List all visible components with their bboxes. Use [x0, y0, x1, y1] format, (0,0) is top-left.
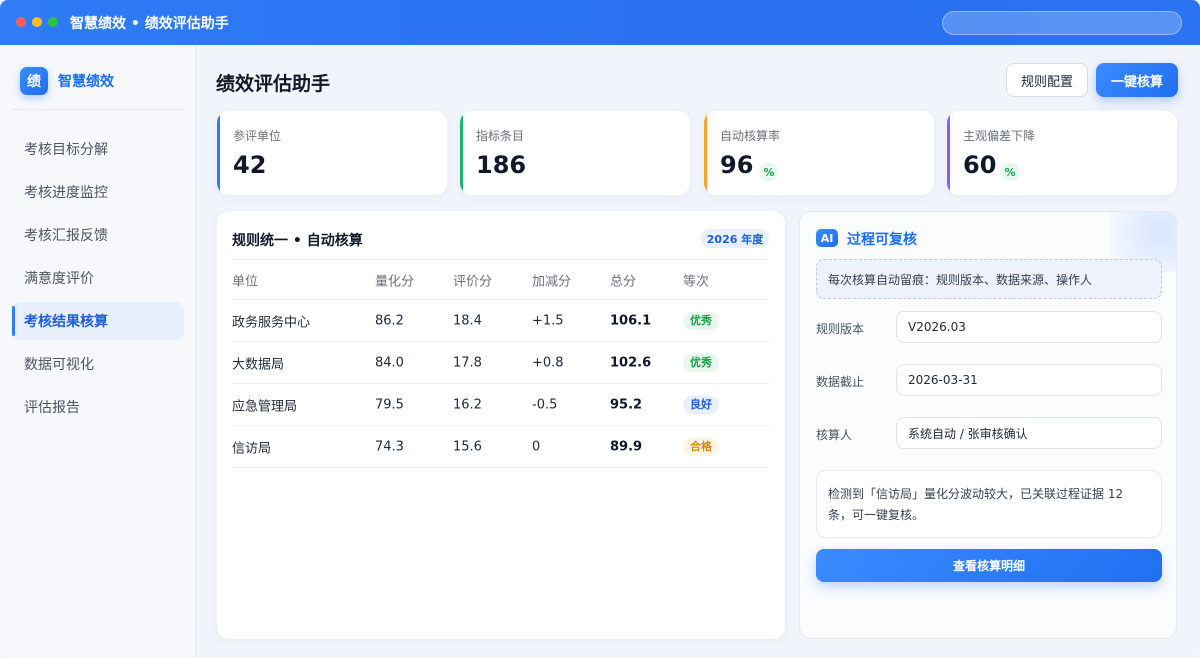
stat-accent-bar: [704, 111, 707, 195]
column-header: 量化分: [375, 274, 415, 289]
cell-eval: 15.6: [453, 439, 482, 454]
table-row[interactable]: 政务服务中心 86.2 18.4 +1.5 106.1 优秀: [232, 300, 769, 342]
cell-eval: 17.8: [453, 355, 482, 370]
calculator-label: 核算人: [816, 428, 853, 442]
brand-name: 智慧绩效: [58, 74, 114, 90]
table-title: 规则统一 • 自动核算: [232, 233, 363, 249]
maximize-window-button[interactable]: [48, 17, 58, 27]
stat-card-indicators: 指标条目 186: [460, 111, 690, 195]
sidebar-item-result-calc[interactable]: 考核结果核算: [12, 302, 184, 340]
stat-value: 60: [963, 151, 997, 179]
stat-unit-badge: %: [1000, 163, 1020, 181]
results-table: 单位 量化分 评价分 加减分 总分 等次 政务服务中心 86.2 18.4 +1…: [232, 259, 769, 468]
cell-adj: +0.8: [532, 355, 564, 370]
grade-badge: 良好: [683, 395, 719, 414]
column-header: 等次: [683, 274, 710, 289]
sidebar-item-label: 满意度评价: [24, 271, 94, 287]
sidebar: 绩 智慧绩效 考核目标分解 考核进度监控 考核汇报反馈 满意度评价 考核结果核算…: [0, 45, 196, 658]
brand[interactable]: 绩 智慧绩效: [20, 67, 114, 95]
column-header: 评价分: [453, 274, 493, 289]
stat-card-units: 参评单位 42: [217, 111, 447, 195]
stat-card-bias-drop: 主观偏差下降 60 %: [947, 111, 1177, 195]
stat-label: 参评单位: [233, 129, 282, 143]
page-title: 绩效评估助手: [216, 73, 331, 95]
cell-unit: 应急管理局: [232, 399, 298, 414]
one-click-calc-button[interactable]: 一键核算: [1096, 63, 1178, 97]
sidebar-item-label: 考核目标分解: [24, 142, 108, 158]
table-row[interactable]: 大数据局 84.0 17.8 +0.8 102.6 优秀: [232, 342, 769, 384]
cell-eval: 16.2: [453, 397, 482, 412]
cell-eval: 18.4: [453, 313, 482, 328]
cell-total: 106.1: [610, 313, 652, 328]
window-title: 智慧绩效 • 绩效评估助手: [70, 16, 229, 32]
sidebar-item-report[interactable]: 评估报告: [12, 388, 184, 426]
column-header: 总分: [610, 274, 637, 289]
stat-value: 186: [476, 151, 527, 179]
stat-label: 指标条目: [476, 129, 525, 143]
rule-version-field[interactable]: V2026.03: [896, 311, 1162, 343]
stat-accent-bar: [947, 111, 950, 195]
process-review-panel: AI 过程可复核 每次核算自动留痕：规则版本、数据来源、操作人 规则版本 V20…: [799, 211, 1177, 639]
cell-quant: 79.5: [375, 397, 404, 412]
stat-unit-badge: %: [759, 163, 779, 181]
title-bar: 智慧绩效 • 绩效评估助手: [0, 0, 1200, 45]
sidebar-item-goal-breakdown[interactable]: 考核目标分解: [12, 130, 184, 168]
audit-trail-note: 每次核算自动留痕：规则版本、数据来源、操作人: [816, 259, 1162, 299]
data-cutoff-field[interactable]: 2026-03-31: [896, 364, 1162, 396]
stat-card-auto-rate: 自动核算率 96 %: [704, 111, 934, 195]
sidebar-item-progress-monitor[interactable]: 考核进度监控: [12, 173, 184, 211]
title-search-field[interactable]: [942, 11, 1182, 35]
cell-quant: 84.0: [375, 355, 404, 370]
column-header: 单位: [232, 274, 259, 289]
cell-total: 95.2: [610, 397, 643, 412]
year-badge: 2026 年度: [701, 229, 769, 248]
anomaly-alert: 检测到「信访局」量化分波动较大，已关联过程证据 12 条，可一键复核。: [816, 470, 1162, 538]
grade-badge: 优秀: [683, 311, 719, 330]
cell-total: 102.6: [610, 355, 652, 370]
cell-quant: 74.3: [375, 439, 404, 454]
minimize-window-button[interactable]: [32, 17, 42, 27]
sidebar-item-report-feedback[interactable]: 考核汇报反馈: [12, 216, 184, 254]
stat-accent-bar: [460, 111, 463, 195]
grade-badge: 合格: [683, 437, 719, 456]
sidebar-item-visualization[interactable]: 数据可视化: [12, 345, 184, 383]
cell-quant: 86.2: [375, 313, 404, 328]
stat-value: 96: [720, 151, 754, 179]
sidebar-item-label: 考核汇报反馈: [24, 228, 108, 244]
cell-adj: -0.5: [532, 397, 558, 412]
grade-badge: 优秀: [683, 353, 719, 372]
view-calc-detail-button[interactable]: 查看核算明细: [816, 549, 1162, 582]
table-header-row: 单位 量化分 评价分 加减分 总分 等次: [232, 259, 769, 300]
app-window: 智慧绩效 • 绩效评估助手 绩 智慧绩效 考核目标分解 考核进度监控 考核汇报反…: [0, 0, 1200, 658]
close-window-button[interactable]: [16, 17, 26, 27]
rule-config-button[interactable]: 规则配置: [1006, 63, 1088, 97]
cell-unit: 大数据局: [232, 357, 285, 372]
sidebar-item-label: 评估报告: [24, 400, 80, 416]
cell-total: 89.9: [610, 439, 643, 454]
cell-adj: +1.5: [532, 313, 564, 328]
sidebar-item-label: 考核进度监控: [24, 185, 108, 201]
sidebar-nav: 考核目标分解 考核进度监控 考核汇报反馈 满意度评价 考核结果核算 数据可视化 …: [12, 130, 184, 431]
sidebar-item-label: 考核结果核算: [24, 314, 108, 330]
ai-icon: AI: [816, 229, 838, 247]
stat-accent-bar: [217, 111, 220, 195]
cell-unit: 政务服务中心: [232, 315, 311, 330]
sidebar-divider: [12, 109, 184, 110]
stat-label: 主观偏差下降: [963, 129, 1036, 143]
brand-logo: 绩: [20, 67, 48, 95]
table-row[interactable]: 信访局 74.3 15.6 0 89.9 合格: [232, 426, 769, 468]
stat-value: 42: [233, 151, 267, 179]
cell-adj: 0: [532, 439, 541, 454]
review-title: 过程可复核: [847, 232, 917, 248]
calculator-field[interactable]: 系统自动 / 张审核确认: [896, 417, 1162, 449]
column-header: 加减分: [532, 274, 572, 289]
sidebar-item-label: 数据可视化: [24, 357, 94, 373]
rule-version-label: 规则版本: [816, 322, 865, 336]
calc-results-card: 规则统一 • 自动核算 2026 年度 单位 量化分 评价分 加减分 总分 等次…: [217, 211, 785, 639]
table-row[interactable]: 应急管理局 79.5 16.2 -0.5 95.2 良好: [232, 384, 769, 426]
data-cutoff-label: 数据截止: [816, 375, 865, 389]
stat-label: 自动核算率: [720, 129, 781, 143]
cell-unit: 信访局: [232, 441, 272, 456]
sidebar-item-satisfaction[interactable]: 满意度评价: [12, 259, 184, 297]
